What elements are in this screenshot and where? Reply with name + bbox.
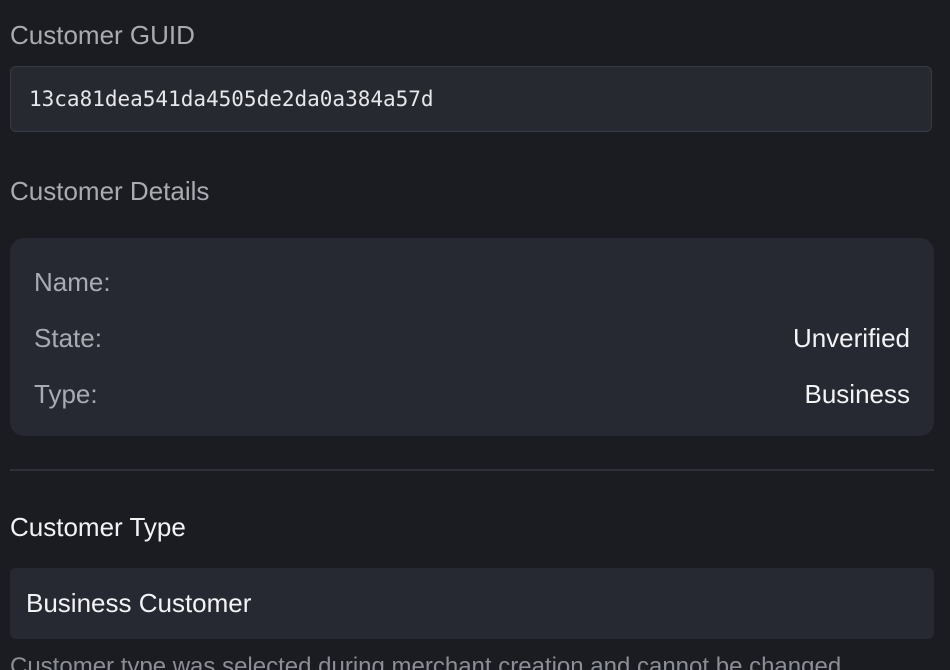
customer-type-field: Business Customer — [10, 568, 934, 639]
detail-value-type: Business — [804, 379, 911, 409]
customer-guid-field[interactable]: 13ca81dea541da4505de2da0a384a57d — [10, 66, 932, 132]
detail-key-name: Name: — [34, 267, 111, 297]
detail-value-state: Unverified — [792, 323, 910, 353]
detail-row-state: State: Unverified — [34, 322, 910, 354]
detail-key-state: State: — [34, 323, 102, 353]
customer-details-label: Customer Details — [10, 176, 210, 206]
customer-guid-label: Customer GUID — [10, 20, 195, 50]
section-divider — [10, 469, 934, 471]
detail-row-type: Type: Business — [34, 378, 910, 410]
customer-details-card: Name: State: Unverified Type: Business — [10, 238, 934, 436]
customer-type-heading: Customer Type — [10, 512, 186, 542]
customer-type-help-text: Customer type was selected during mercha… — [10, 653, 848, 670]
detail-key-type: Type: — [34, 379, 98, 409]
detail-row-name: Name: — [34, 266, 910, 298]
customer-info-panel: Customer GUID 13ca81dea541da4505de2da0a3… — [0, 0, 950, 670]
